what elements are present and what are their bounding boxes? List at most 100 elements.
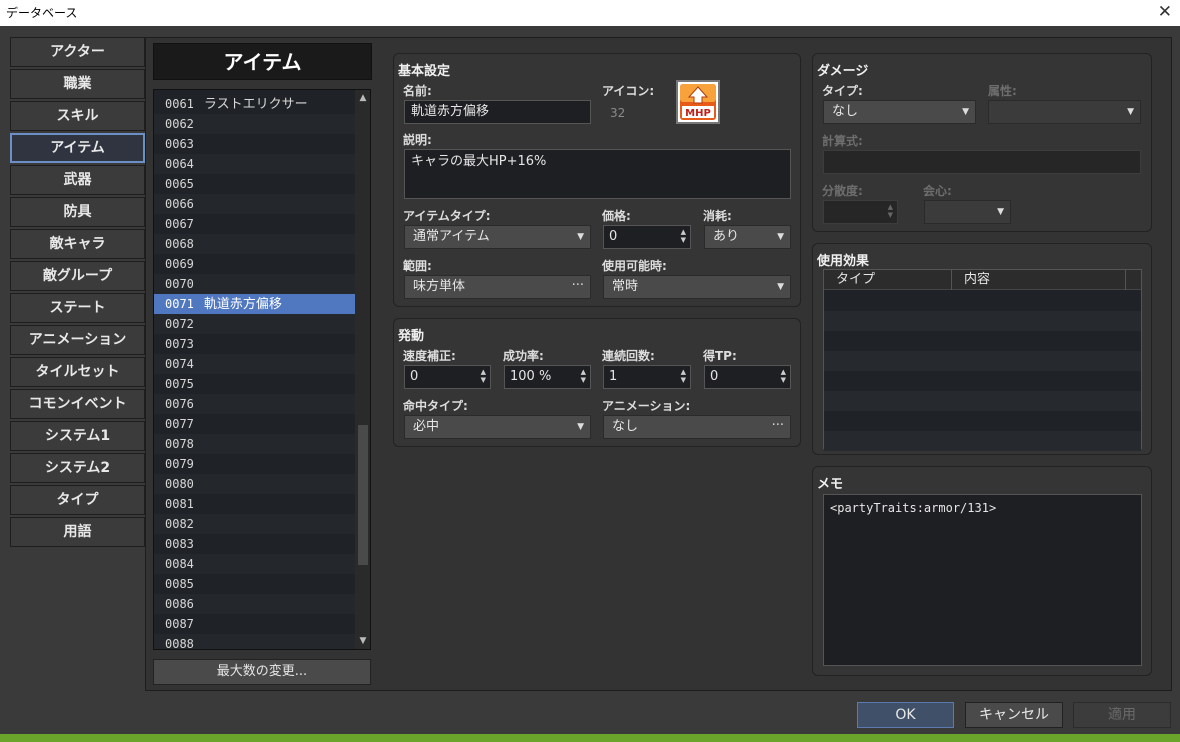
category-button[interactable]: ステート [10, 293, 145, 323]
list-item[interactable]: 0082 [154, 514, 355, 534]
ellipsis-icon: ··· [771, 418, 784, 433]
table-row[interactable] [824, 411, 1141, 431]
list-item[interactable]: 0083 [154, 534, 355, 554]
variance-spinner[interactable]: ▲ ▼ [823, 200, 898, 224]
list-item[interactable]: 0071 軌道赤方偏移 [154, 294, 355, 314]
item-id: 0068 [165, 237, 194, 251]
list-item[interactable]: 0075 [154, 374, 355, 394]
category-button[interactable]: 敵グループ [10, 261, 145, 291]
list-item[interactable]: 0068 [154, 234, 355, 254]
animation-combo[interactable]: なし ··· [603, 415, 791, 439]
name-field[interactable]: 軌道赤方偏移 [404, 100, 591, 124]
close-icon[interactable]: ✕ [1158, 1, 1172, 23]
list-item[interactable]: 0078 [154, 434, 355, 454]
list-item[interactable]: 0084 [154, 554, 355, 574]
cancel-button[interactable]: キャンセル [965, 702, 1063, 728]
category-button[interactable]: アニメーション [10, 325, 145, 355]
ok-button[interactable]: OK [857, 702, 954, 728]
category-button[interactable]: 武器 [10, 165, 145, 195]
category-button[interactable]: システム2 [10, 453, 145, 483]
speed-spinner[interactable]: 0 ▲ ▼ [404, 365, 491, 389]
spin-arrows-icon[interactable]: ▲ ▼ [581, 368, 586, 384]
spin-arrows-icon[interactable]: ▲ ▼ [781, 368, 786, 384]
list-item[interactable]: 0069 [154, 254, 355, 274]
list-item[interactable]: 0088 [154, 634, 355, 649]
damage-type-combo[interactable]: なし ▼ [823, 100, 976, 124]
item-list[interactable]: 0061 ラストエリクサー 0062 0063 0064 0065 0066 0067 0068… [153, 89, 371, 650]
scroll-up-icon[interactable]: ▲ [355, 91, 370, 105]
critical-combo[interactable]: ▼ [924, 200, 1011, 224]
spin-arrows-icon[interactable]: ▲ ▼ [481, 368, 486, 384]
category-button[interactable]: 職業 [10, 69, 145, 99]
occasion-label: 使用可能時: [602, 259, 667, 273]
item-icon[interactable]: MHP [676, 80, 720, 124]
spin-arrows-icon[interactable]: ▲ ▼ [681, 368, 686, 384]
list-item[interactable]: 0067 [154, 214, 355, 234]
category-button[interactable]: アイテム [10, 133, 145, 163]
list-item[interactable]: 0074 [154, 354, 355, 374]
scroll-down-icon[interactable]: ▼ [355, 634, 370, 648]
list-item[interactable]: 0077 [154, 414, 355, 434]
table-row[interactable] [824, 391, 1141, 411]
category-button[interactable]: システム1 [10, 421, 145, 451]
table-row[interactable] [824, 311, 1141, 331]
category-button[interactable]: スキル [10, 101, 145, 131]
category-button[interactable]: タイルセット [10, 357, 145, 387]
occasion-combo[interactable]: 常時 ▼ [603, 275, 791, 299]
table-row[interactable] [824, 291, 1141, 311]
category-button[interactable]: アクター [10, 37, 145, 67]
damage-type-label: タイプ: [822, 84, 863, 98]
table-row[interactable] [824, 431, 1141, 451]
effects-table[interactable]: タイプ 内容 [823, 269, 1142, 451]
item-id: 0061 [165, 97, 194, 111]
list-item[interactable]: 0072 [154, 314, 355, 334]
category-button[interactable]: タイプ [10, 485, 145, 515]
table-row[interactable] [824, 371, 1141, 391]
column-header-content[interactable]: 内容 [952, 270, 1126, 290]
list-item[interactable]: 0063 [154, 134, 355, 154]
list-item[interactable]: 0064 [154, 154, 355, 174]
consume-combo[interactable]: あり ▼ [704, 225, 791, 249]
list-item[interactable]: 0066 [154, 194, 355, 214]
invocation-title: 発動 [398, 329, 425, 344]
element-combo[interactable]: ▼ [988, 100, 1141, 124]
item-type-value: 通常アイテム [413, 229, 490, 244]
item-type-combo[interactable]: 通常アイテム ▼ [404, 225, 591, 249]
list-item[interactable]: 0081 [154, 494, 355, 514]
success-spinner[interactable]: 100 % ▲ ▼ [504, 365, 591, 389]
spin-arrows-icon[interactable]: ▲ ▼ [888, 203, 893, 219]
list-item[interactable]: 0080 [154, 474, 355, 494]
memo-field[interactable]: <partyTraits:armor/131> [823, 494, 1142, 666]
formula-field[interactable] [823, 150, 1141, 174]
list-item[interactable]: 0073 [154, 334, 355, 354]
apply-button[interactable]: 適用 [1073, 702, 1171, 728]
spin-arrows-icon[interactable]: ▲ ▼ [681, 228, 686, 244]
price-spinner[interactable]: 0 ▲ ▼ [603, 225, 691, 249]
change-max-button[interactable]: 最大数の変更... [153, 659, 371, 685]
table-row[interactable] [824, 331, 1141, 351]
list-scroll-thumb[interactable] [358, 425, 368, 565]
tp-gain-spinner[interactable]: 0 ▲ ▼ [704, 365, 791, 389]
list-item[interactable]: 0061 ラストエリクサー [154, 94, 355, 114]
repeat-spinner[interactable]: 1 ▲ ▼ [603, 365, 691, 389]
scope-combo[interactable]: 味方単体 ··· [404, 275, 591, 299]
list-item[interactable]: 0065 [154, 174, 355, 194]
list-item[interactable]: 0062 [154, 114, 355, 134]
list-scrollbar[interactable] [355, 90, 370, 649]
list-item[interactable]: 0079 [154, 454, 355, 474]
category-button[interactable]: 用語 [10, 517, 145, 547]
tp-gain-value: 0 [710, 369, 719, 384]
list-item[interactable]: 0070 [154, 274, 355, 294]
category-button[interactable]: 敵キャラ [10, 229, 145, 259]
description-field[interactable]: キャラの最大HP+16% [404, 149, 791, 199]
category-button[interactable]: コモンイベント [10, 389, 145, 419]
list-item[interactable]: 0085 [154, 574, 355, 594]
formula-label: 計算式: [822, 134, 863, 148]
hit-type-combo[interactable]: 必中 ▼ [404, 415, 591, 439]
column-header-type[interactable]: タイプ [824, 270, 952, 290]
list-item[interactable]: 0087 [154, 614, 355, 634]
list-item[interactable]: 0086 [154, 594, 355, 614]
list-item[interactable]: 0076 [154, 394, 355, 414]
table-row[interactable] [824, 351, 1141, 371]
category-button[interactable]: 防具 [10, 197, 145, 227]
